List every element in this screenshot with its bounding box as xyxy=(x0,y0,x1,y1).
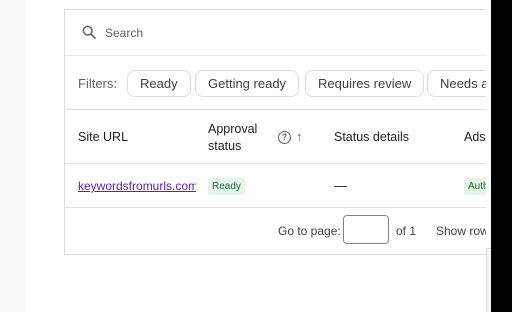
sites-table-card: Filters: Ready Getting ready Requires re… xyxy=(64,9,494,255)
filters-bar: Filters: Ready Getting ready Requires re… xyxy=(65,57,494,110)
filter-chip-getting-ready[interactable]: Getting ready xyxy=(195,70,300,97)
go-to-page-label: Go to page: xyxy=(278,224,341,238)
filters-label: Filters: xyxy=(78,76,117,91)
left-gutter xyxy=(0,0,26,312)
scrollbar-thumb[interactable] xyxy=(486,248,491,312)
right-edge-panel xyxy=(486,0,512,312)
page-number-input[interactable] xyxy=(343,215,389,244)
pagination: Go to page: of 1 Show rows xyxy=(65,209,494,254)
table-header: Site URL Approval status ? ↑ Status deta… xyxy=(65,111,494,164)
search-input[interactable] xyxy=(105,24,405,42)
filter-chip-requires-review[interactable]: Requires review xyxy=(305,70,425,97)
column-header-site-url[interactable]: Site URL xyxy=(78,130,128,144)
search-bar xyxy=(65,10,494,56)
page-count-label: of 1 xyxy=(396,224,417,238)
arrow-up-icon[interactable]: ↑ xyxy=(296,129,303,144)
filter-chip-ready[interactable]: Ready xyxy=(127,70,191,97)
search-icon xyxy=(82,25,96,39)
approval-status-badge: Ready xyxy=(208,178,245,195)
status-details-value: — xyxy=(334,178,347,193)
site-url-link[interactable]: keywordsfromurls.com xyxy=(78,179,196,193)
column-header-status-details[interactable]: Status details xyxy=(334,130,409,144)
column-header-approval-status[interactable]: Approval status xyxy=(208,121,278,155)
table-row: keywordsfromurls.com Ready — Auth xyxy=(65,165,494,208)
help-circle-icon[interactable]: ? xyxy=(278,131,291,144)
filter-chip-needs-attention[interactable]: Needs at xyxy=(427,70,494,97)
